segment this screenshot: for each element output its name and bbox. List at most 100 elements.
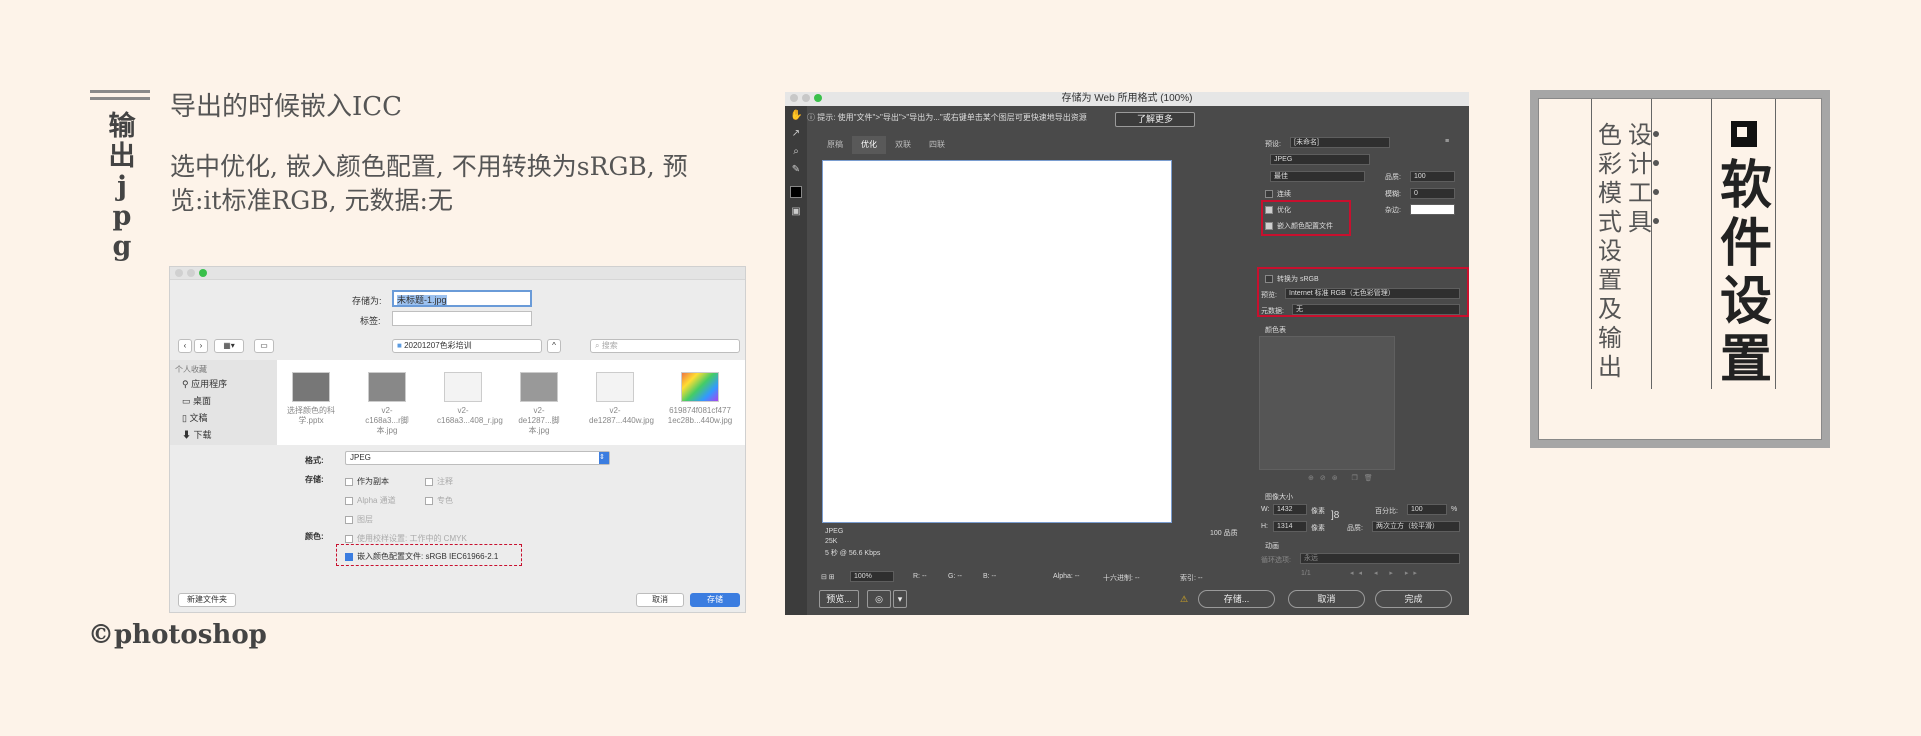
card-inner: 色彩模式设置及输出 设计工具 软件设置 xyxy=(1538,98,1822,440)
footer-credit: ©photoshop xyxy=(88,620,267,650)
sidebar-item-applications[interactable]: ⚲ 应用程序 xyxy=(182,377,227,390)
menu-icon[interactable]: ≡ xyxy=(1445,138,1449,145)
notes-checkbox[interactable]: 注释 xyxy=(425,476,453,487)
width-input[interactable]: 1432 xyxy=(1273,504,1307,515)
view-mode-button[interactable]: ▦▾ xyxy=(214,339,244,353)
info-format: JPEG xyxy=(825,528,844,535)
file-item[interactable]: 619874f081cf477 1ec28b...440w.jpg xyxy=(665,372,735,426)
optimized-checkbox[interactable]: 优化 xyxy=(1265,205,1291,215)
matte-swatch[interactable] xyxy=(1410,204,1455,215)
folder-action-button[interactable]: ▭ xyxy=(254,339,274,353)
close-icon[interactable] xyxy=(175,269,183,277)
warning-icon: ⚠ xyxy=(1180,594,1189,604)
quality-input[interactable]: 100 xyxy=(1410,171,1455,182)
tab-original[interactable]: 原稿 xyxy=(818,136,852,154)
tags-label: 标签: xyxy=(360,316,381,326)
chapter-card: 色彩模式设置及输出 设计工具 软件设置 xyxy=(1530,90,1830,448)
applications-icon: ⚲ xyxy=(182,379,192,389)
minimize-icon[interactable] xyxy=(802,94,810,102)
format-select[interactable]: JPEG ⇕ xyxy=(345,451,610,465)
minimize-icon[interactable] xyxy=(187,269,195,277)
as-copy-checkbox[interactable]: 作为副本 xyxy=(345,476,389,487)
percent-input[interactable]: 100 xyxy=(1407,504,1447,515)
save-button[interactable]: 存储 xyxy=(690,593,740,607)
height-input[interactable]: 1314 xyxy=(1273,521,1307,532)
progressive-checkbox[interactable]: 连续 xyxy=(1265,189,1291,199)
loop-select[interactable]: 永远 xyxy=(1300,553,1460,564)
slice-select-icon[interactable]: ↗ xyxy=(790,128,802,140)
file-item[interactable]: v2- c168a3...408_r.jpg xyxy=(437,372,503,426)
subtitle-color-mode: 色彩模式设置及输出 xyxy=(1598,121,1622,381)
bullet xyxy=(1653,131,1659,137)
proof-checkbox[interactable]: 使用校样设置: 工作中的 CMYK xyxy=(345,533,467,544)
embed-profile-checkbox[interactable]: 嵌入颜色配置文件 xyxy=(1265,221,1333,231)
preview-select[interactable]: Internet 标准 RGB（无色彩管理） xyxy=(1285,288,1460,299)
blur-input[interactable]: 0 xyxy=(1410,188,1455,199)
browser-icon[interactable]: ◎ xyxy=(867,590,891,608)
percent-unit: % xyxy=(1451,506,1458,513)
learn-more-button[interactable]: 了解更多 xyxy=(1115,112,1195,127)
bullet xyxy=(1653,189,1659,195)
spot-checkbox[interactable]: 专色 xyxy=(425,495,453,506)
resample-select[interactable]: 两次立方（较平滑） xyxy=(1372,521,1460,532)
save-as-label: 存储为: xyxy=(352,296,382,306)
tab-2up[interactable]: 双联 xyxy=(886,136,920,154)
toggle-slices-icon[interactable]: ▣ xyxy=(790,206,802,218)
hand-tool-icon[interactable]: ✋ xyxy=(790,110,802,122)
search-input[interactable]: ⌕ 搜索 xyxy=(590,339,740,353)
preview-canvas[interactable] xyxy=(822,160,1172,523)
save-for-web-dialog: 存储为 Web 所用格式 (100%) ✋ ↗ ⌕ ✎ ▣ ⓘ 提示: 使用"文… xyxy=(785,92,1469,615)
tags-input[interactable] xyxy=(392,311,532,326)
sidebar-item-downloads[interactable]: ⬇ 下载 xyxy=(182,428,212,441)
save-button[interactable]: 存储... xyxy=(1198,590,1275,608)
search-icon: ⌕ xyxy=(595,341,602,350)
vertical-section-title: 输 出 j p g xyxy=(108,111,136,262)
zoom-tool-icon[interactable]: ⌕ xyxy=(790,146,802,158)
file-item[interactable]: 选择颜色的科 学.pptx xyxy=(285,372,337,426)
done-button[interactable]: 完成 xyxy=(1375,590,1452,608)
new-folder-button[interactable]: 新建文件夹 xyxy=(178,593,236,607)
bullet xyxy=(1653,218,1659,224)
forward-button[interactable]: › xyxy=(194,339,208,353)
compression-select[interactable]: 最佳 xyxy=(1270,171,1365,182)
metadata-select[interactable]: 无 xyxy=(1292,304,1460,315)
link-icon[interactable]: ]8 xyxy=(1331,510,1339,521)
file-item[interactable]: v2- de1287...440w.jpg xyxy=(589,372,654,426)
info-time: 5 秒 @ 56.6 Kbps xyxy=(825,550,881,557)
back-button[interactable]: ‹ xyxy=(178,339,192,353)
animation-controls[interactable]: ◂◂ ◂ ▸ ▸▸ xyxy=(1350,569,1422,577)
close-icon[interactable] xyxy=(790,94,798,102)
alpha-checkbox[interactable]: Alpha 通道 xyxy=(345,495,396,506)
file-item[interactable]: v2- de1287...脚本.jpg xyxy=(513,372,565,436)
red-readout: R: -- xyxy=(913,573,927,580)
preview-button[interactable]: 预览... xyxy=(819,590,859,608)
color-swatch[interactable] xyxy=(790,186,802,198)
mac-save-dialog: 存储为: 未标题-1.jpg 标签: ‹ › ▦▾ ▭ ■ 20201207色彩… xyxy=(169,266,746,613)
format-select[interactable]: JPEG xyxy=(1270,154,1370,165)
cancel-button[interactable]: 取消 xyxy=(636,593,684,607)
folder-popup[interactable]: ■ 20201207色彩培训 xyxy=(392,339,542,353)
frame-counter: 1/1 xyxy=(1301,570,1311,577)
expand-button[interactable]: ^ xyxy=(547,339,561,353)
zoom-icon[interactable] xyxy=(814,94,822,102)
zoom-buttons[interactable]: ⊟ ⊞ xyxy=(821,573,835,581)
tab-optimized[interactable]: 优化 xyxy=(852,136,886,154)
color-table-tools[interactable]: ⊕⊘⊛ ❐🗑 xyxy=(1308,474,1379,482)
tab-4up[interactable]: 四联 xyxy=(920,136,954,154)
convert-srgb-checkbox[interactable]: 转换为 sRGB xyxy=(1265,274,1319,284)
layers-checkbox[interactable]: 图层 xyxy=(345,514,373,525)
sidebar-item-desktop[interactable]: ▭ 桌面 xyxy=(182,394,211,407)
filename-input[interactable]: 未标题-1.jpg xyxy=(392,290,532,307)
zoom-icon[interactable] xyxy=(199,269,207,277)
chevron-down-icon[interactable]: ▾ xyxy=(893,590,907,608)
cancel-button[interactable]: 取消 xyxy=(1288,590,1365,608)
file-item[interactable]: v2- c168a3...r脚本.jpg xyxy=(361,372,413,436)
eyedropper-icon[interactable]: ✎ xyxy=(790,164,802,176)
preset-select[interactable]: [未命名] xyxy=(1290,137,1390,148)
sidebar-item-documents[interactable]: ▯ 文稿 xyxy=(182,411,207,424)
blur-label: 模糊: xyxy=(1385,191,1401,198)
view-tabs: 原稿 优化 双联 四联 xyxy=(818,136,954,154)
preset-label: 预设: xyxy=(1265,141,1281,148)
embed-profile-checkbox[interactable]: 嵌入颜色配置文件: sRGB IEC61966-2.1 xyxy=(345,551,498,562)
zoom-select[interactable]: 100% xyxy=(850,571,894,582)
